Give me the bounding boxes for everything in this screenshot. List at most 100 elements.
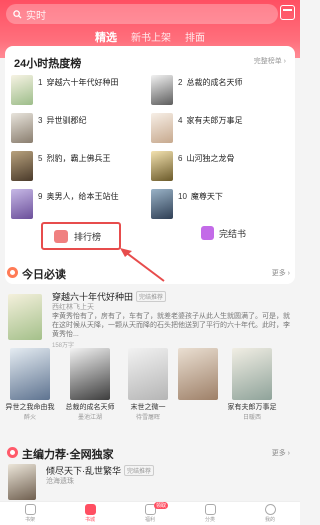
search-icon xyxy=(13,9,22,19)
nav-badge: 领取 xyxy=(154,502,169,509)
book-card[interactable] xyxy=(170,348,226,402)
rank-number: 6 xyxy=(178,154,183,163)
rank-number: 2 xyxy=(178,78,183,87)
today-section-header: 今日必读 更多 › xyxy=(0,263,300,283)
book-cover xyxy=(151,75,173,105)
featured-book-description: 李黄秀怡有了，房有了，车有了，就差老婆孩子从此人生就圆满了。可是，就在这时候从天… xyxy=(52,313,290,338)
book-title: 末世之微一 xyxy=(130,404,166,411)
rank-title: 烈豹，霸上佛兵王 xyxy=(46,154,111,163)
status-badge: 完结推荐 xyxy=(136,291,167,302)
book-title: 异世之我命由我 xyxy=(5,404,55,411)
bookshelf-icon xyxy=(24,504,36,515)
rank-title: 总裁的成名天师 xyxy=(186,78,243,87)
rank-number: 3 xyxy=(38,116,43,125)
featured-book[interactable]: 穿越六十年代好种田 完结推荐 西红林飞上天 李黄秀怡有了，房有了，车有了，就差老婆… xyxy=(8,290,293,350)
sun-icon xyxy=(7,267,18,278)
bottom-navigation: 书架 书城 领取 福利 分类 我的 xyxy=(0,501,300,525)
hot-ranking-title: 24小时热度榜 xyxy=(14,58,82,70)
ranking-item[interactable]: 3 异世驯郡纪 xyxy=(11,113,146,147)
crown-icon xyxy=(7,447,18,458)
ranking-item[interactable]: 9 奥男人，给本王站住 xyxy=(11,189,146,223)
featured-book-author: 西红林飞上天 xyxy=(52,304,94,311)
ranking-item[interactable]: 5 烈豹，霸上佛兵王 xyxy=(11,151,146,185)
nav-category[interactable]: 分类 xyxy=(190,504,230,523)
ranking-item[interactable]: 6 山河独之龙骨 xyxy=(151,151,286,185)
nav-profile[interactable]: 我的 xyxy=(250,504,290,523)
ranking-item[interactable]: 2 总裁的成名天师 xyxy=(151,75,286,109)
tab-new-books[interactable]: 新书上架 xyxy=(131,29,171,45)
rank-number: 4 xyxy=(178,116,183,125)
rank-number: 1 xyxy=(38,78,43,87)
ranking-item[interactable]: 1 穿越六十年代好种田 xyxy=(11,75,146,109)
book-card[interactable]: 家有夫郎万事足 日暖西 xyxy=(224,348,280,421)
book-author: 醉火 xyxy=(23,415,36,421)
book-cover xyxy=(151,189,173,219)
nav-bookstore[interactable]: 书城 xyxy=(70,504,110,523)
rank-title: 异世驯郡纪 xyxy=(46,116,87,125)
nav-bookshelf[interactable]: 书架 xyxy=(10,504,50,523)
nav-label: 书城 xyxy=(84,517,95,523)
rank-title: 山河独之龙骨 xyxy=(186,154,235,163)
book-cover xyxy=(11,75,33,105)
book-icon xyxy=(201,226,214,240)
editor-book-title-text: 倾尽天下·乱世繁华 xyxy=(46,466,121,476)
search-bar[interactable]: 实时 xyxy=(6,4,278,24)
category-icon xyxy=(204,504,216,515)
nav-label: 我的 xyxy=(264,517,275,523)
tab-featured[interactable]: 精选 xyxy=(95,29,117,45)
book-cover xyxy=(8,464,36,500)
book-author: 墨池江湖 xyxy=(77,415,102,421)
rank-title: 魔尊天下 xyxy=(190,192,223,201)
search-placeholder: 实时 xyxy=(26,10,46,22)
book-author: 待雪屠晖 xyxy=(135,415,160,421)
ranking-item[interactable]: 10 魔尊天下 xyxy=(151,189,286,223)
bookstore-icon xyxy=(84,504,96,515)
book-cover xyxy=(11,113,33,143)
today-more-link[interactable]: 更多 › xyxy=(272,268,290,278)
rank-number: 9 xyxy=(38,192,43,201)
book-card[interactable]: 末世之微一 待雪屠晖 xyxy=(120,348,176,421)
calendar-icon[interactable] xyxy=(280,5,295,20)
nav-welfare[interactable]: 领取 福利 xyxy=(130,502,170,523)
ranking-item[interactable]: 4 家有夫郎万事足 xyxy=(151,113,286,147)
book-cover xyxy=(8,294,42,340)
rank-number: 10 xyxy=(178,192,187,201)
book-cover xyxy=(232,348,272,400)
book-cover xyxy=(128,348,168,400)
editor-pick-book[interactable]: 倾尽天下·乱世繁华 完结推荐 沧海遗珠 xyxy=(8,464,293,500)
ranking-entry-label: 排行榜 xyxy=(74,231,102,242)
editor-pick-more-link[interactable]: 更多 › xyxy=(272,448,290,458)
tab-ranking[interactable]: 排面 xyxy=(185,29,205,45)
today-book-row: 异世之我命由我 醉火 总裁的成名天师 墨池江湖 末世之微一 待雪屠晖 家有夫郎万… xyxy=(0,348,300,421)
book-card[interactable]: 总裁的成名天师 墨池江湖 xyxy=(62,348,118,421)
nav-label: 福利 xyxy=(144,517,155,523)
ranking-icon xyxy=(54,229,68,243)
finished-books-label: 完结书 xyxy=(219,228,247,239)
book-cover xyxy=(151,113,173,143)
rank-title: 穿越六十年代好种田 xyxy=(46,78,119,87)
finished-books-button[interactable]: 完结书 xyxy=(201,226,246,240)
book-title: 总裁的成名天师 xyxy=(65,404,115,411)
status-badge: 完结推荐 xyxy=(124,465,155,476)
book-author: 日暖西 xyxy=(242,415,261,421)
editor-pick-header: 主编力荐·全网独家 更多 › xyxy=(0,443,300,463)
book-cover xyxy=(70,348,110,400)
book-cover xyxy=(11,151,33,181)
today-section-title: 今日必读 xyxy=(22,269,66,281)
book-title: 家有夫郎万事足 xyxy=(227,404,277,411)
rank-number: 5 xyxy=(38,154,43,163)
book-card[interactable]: 异世之我命由我 醉火 xyxy=(2,348,58,421)
profile-icon xyxy=(264,504,276,515)
rank-title: 奥男人，给本王站住 xyxy=(46,192,119,201)
editor-pick-title: 主编力荐·全网独家 xyxy=(22,449,114,461)
ranking-entry-button[interactable]: 排行榜 xyxy=(41,222,121,250)
nav-label: 分类 xyxy=(204,517,215,523)
nav-label: 书架 xyxy=(24,517,35,523)
top-tabs: 精选 新书上架 排面 xyxy=(0,29,300,45)
full-list-link[interactable]: 完整榜单 › xyxy=(254,56,286,66)
editor-book-author: 沧海遗珠 xyxy=(46,478,74,485)
featured-title-text: 穿越六十年代好种田 xyxy=(52,292,134,302)
book-cover xyxy=(178,348,218,400)
book-cover xyxy=(10,348,50,400)
book-cover xyxy=(11,189,33,219)
